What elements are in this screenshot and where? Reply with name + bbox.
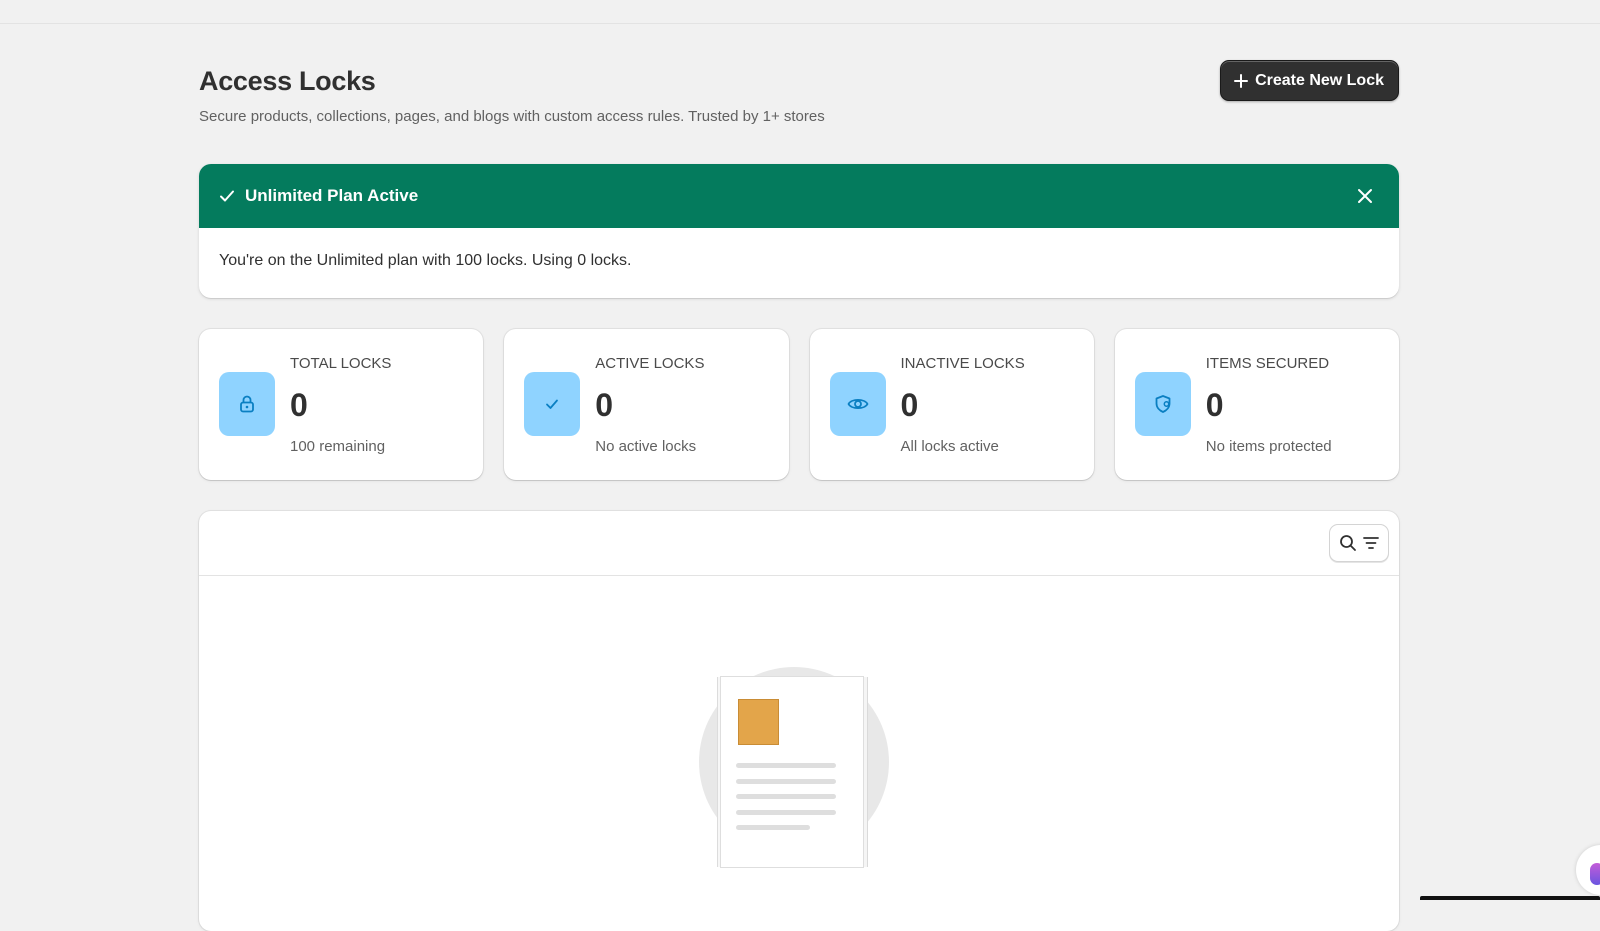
empty-state-illustration [699,667,889,867]
stat-value: 0 [595,387,614,423]
stat-label: INACTIVE LOCKS [900,355,1025,372]
stat-label: TOTAL LOCKS [290,355,392,372]
stat-subtext: No active locks [595,438,697,455]
filter-icon [1362,537,1379,549]
eye-icon [847,398,868,410]
chat-widget-icon [1590,863,1600,885]
close-icon [1358,189,1372,203]
check-icon [220,190,234,202]
create-new-lock-label: Create New Lock [1255,71,1384,89]
document-image-block [738,699,779,745]
stat-subtext: No items protected [1205,438,1332,455]
document-line [736,763,836,768]
banner-header: Unlimited Plan Active [199,164,1399,228]
stat-icon-box [1134,372,1191,436]
top-divider [0,23,1600,24]
stat-label: ACTIVE LOCKS [595,355,705,372]
create-new-lock-button[interactable]: Create New Lock [1220,60,1399,101]
page-title: Access Locks [199,66,376,96]
stat-label: ITEMS SECURED [1205,355,1330,372]
document-line [736,810,836,815]
stat-card-active-locks: ACTIVE LOCKS 0 No active locks [504,329,789,480]
document-line [736,825,810,830]
stat-value: 0 [900,387,919,423]
chat-widget-button[interactable] [1576,845,1600,895]
search-icon [1339,535,1356,551]
table-toolbar [199,511,1399,576]
plan-banner: Unlimited Plan Active You're on the Unli… [199,164,1399,298]
locks-table-card [199,511,1399,931]
banner-close-button[interactable] [1351,182,1379,210]
document-icon [721,677,863,867]
stat-subtext: 100 remaining [290,438,386,455]
stat-subtext: All locks active [900,438,999,455]
stats-row: TOTAL LOCKS 0 100 remaining ACTIVE LOCKS… [199,329,1399,480]
shield-icon [1155,395,1171,413]
stat-icon-box [829,372,886,436]
search-filter-button[interactable] [1329,524,1389,562]
banner-title: Unlimited Plan Active [245,186,419,205]
document-line [736,779,836,784]
stat-card-inactive-locks: INACTIVE LOCKS 0 All locks active [809,329,1094,480]
stat-icon-box [524,372,581,436]
stat-card-items-secured: ITEMS SECURED 0 No items protected [1114,329,1399,480]
stat-card-total-locks: TOTAL LOCKS 0 100 remaining [199,329,484,480]
plus-icon [1234,73,1249,88]
page-subtitle: Secure products, collections, pages, and… [199,108,825,125]
page-header: Access Locks Secure products, collection… [199,60,1399,134]
bottom-edge-bar [1420,896,1600,900]
lock-icon [240,395,254,413]
stat-value: 0 [290,387,308,423]
banner-message: You're on the Unlimited plan with 100 lo… [219,252,632,269]
stat-value: 0 [1205,387,1224,423]
document-line [736,794,836,799]
check-icon [546,399,559,409]
stat-icon-box [219,372,275,436]
